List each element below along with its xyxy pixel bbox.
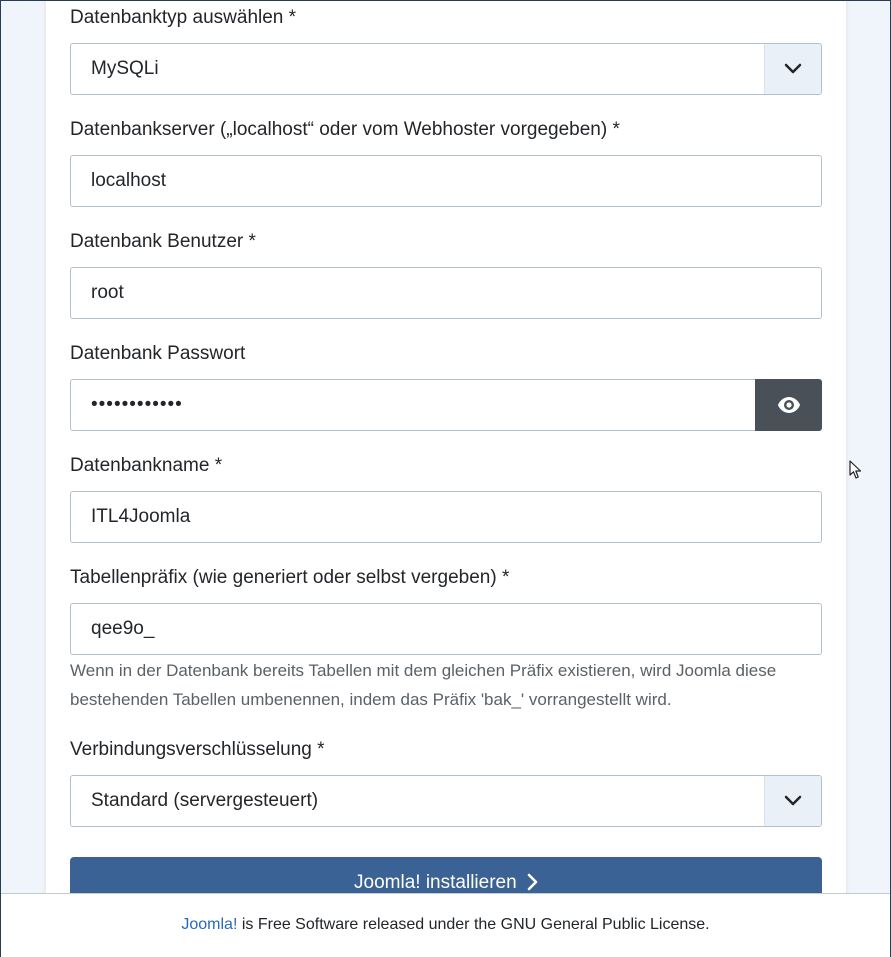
db-user-label: Datenbank Benutzer * [70, 231, 256, 252]
db-name-label: Datenbankname * [70, 455, 223, 476]
db-prefix-input[interactable]: qee9o_ [70, 603, 822, 655]
db-name-input[interactable]: ITL4Joomla [70, 491, 822, 543]
db-prefix-help-text: Wenn in der Datenbank bereits Tabellen m… [70, 661, 777, 709]
eye-icon [777, 397, 800, 413]
db-type-value: MySQLi [91, 58, 159, 79]
chevron-down-icon[interactable] [764, 44, 821, 94]
db-user-input[interactable]: root [70, 267, 822, 319]
footer: Joomla! is Free Software released under … [0, 893, 891, 957]
install-button-label: Joomla! installieren [354, 872, 517, 893]
db-password-label: Datenbank Passwort [70, 343, 246, 364]
db-encryption-label: Verbindungsverschlüsselung * [70, 739, 325, 760]
db-type-label: Datenbanktyp auswählen * [70, 7, 297, 28]
db-encryption-value: Standard (servergesteuert) [91, 790, 319, 811]
db-type-select[interactable]: MySQLi [70, 43, 822, 95]
chevron-right-icon [527, 873, 538, 891]
db-encryption-select[interactable]: Standard (servergesteuert) [70, 775, 822, 827]
db-password-input[interactable]: •••••••••••• [70, 379, 756, 431]
db-prefix-label: Tabellenpräfix (wie generiert oder selbs… [70, 567, 510, 588]
footer-text: is Free Software released under the GNU … [237, 916, 710, 933]
chevron-down-icon[interactable] [764, 776, 821, 826]
db-host-label: Datenbankserver („localhost“ oder vom We… [70, 119, 620, 140]
joomla-link[interactable]: Joomla! [181, 916, 237, 933]
mouse-cursor-icon [849, 460, 862, 479]
show-password-button[interactable] [755, 379, 822, 431]
db-host-input[interactable]: localhost [70, 155, 822, 207]
